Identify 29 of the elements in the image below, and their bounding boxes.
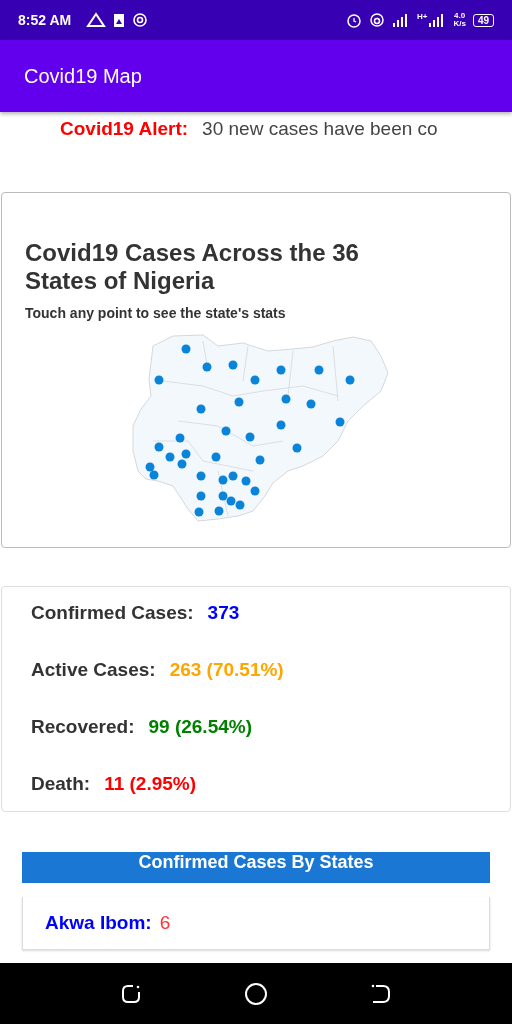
alert-label: Covid19 Alert:	[60, 118, 189, 140]
alert-text: 30 new cases have been co	[202, 118, 438, 140]
battery-level: 49	[472, 13, 494, 27]
map-subtitle: Touch any point to see the state's stats	[25, 305, 287, 321]
network-type: H+	[416, 11, 428, 21]
state-count: 6	[159, 912, 171, 934]
signal-icon	[391, 13, 410, 27]
stat-label: Active Cases:	[31, 658, 156, 682]
stat-label: Death:	[31, 772, 91, 796]
app-title: Covid19 Map	[24, 64, 142, 88]
alarm-icon	[345, 12, 362, 28]
stat-value: 11 (2.95%)	[104, 772, 197, 796]
speed-unit: K/s	[453, 20, 466, 28]
triangle-icon	[86, 12, 107, 28]
speed-value: 4.0	[454, 12, 466, 20]
stat-value: 373	[207, 601, 240, 625]
stat-label: Confirmed Cases:	[31, 601, 194, 625]
clock-time: 8:52 AM	[18, 12, 72, 28]
list-title: Confirmed Cases By States	[138, 852, 374, 874]
home-icon[interactable]	[243, 980, 269, 1007]
map-title: Covid19 Cases Across the 36 States of Nigeria	[25, 239, 360, 295]
hotspot-icon	[132, 12, 149, 28]
hotspot-icon	[368, 12, 385, 28]
battery-alert-icon	[113, 12, 126, 28]
state-name: Akwa Ibom:	[45, 912, 152, 934]
stat-value: 99 (26.54%)	[148, 715, 252, 739]
stat-value: 263 (70.51%)	[169, 658, 284, 682]
state-card[interactable]: Akwa Ibom: 6	[22, 897, 490, 950]
stat-label: Recovered:	[31, 715, 135, 739]
